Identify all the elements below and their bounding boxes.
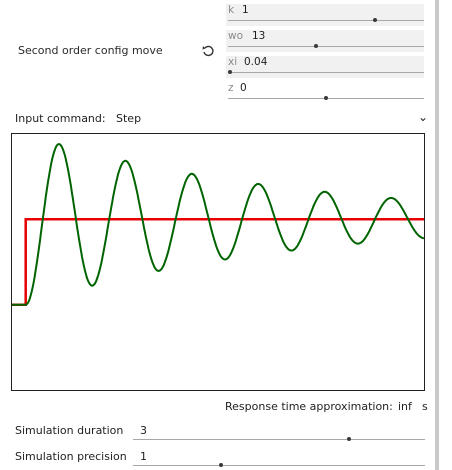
param-xi-label: xi bbox=[228, 56, 238, 68]
param-wo[interactable]: wo 13 bbox=[226, 30, 424, 52]
step-input-line bbox=[12, 218, 424, 306]
response-time-label: Response time approximation: bbox=[225, 400, 393, 413]
input-command-value: Step bbox=[116, 112, 142, 125]
param-k-slider-thumb[interactable] bbox=[373, 18, 377, 22]
param-wo-slider-track[interactable] bbox=[228, 46, 424, 47]
param-xi-slider-track[interactable] bbox=[228, 72, 424, 73]
config-title: Second order config move bbox=[18, 44, 163, 57]
param-z-label: z bbox=[228, 82, 234, 94]
reset-icon[interactable] bbox=[201, 44, 215, 58]
scrollbar[interactable] bbox=[435, 0, 439, 470]
param-z-value: 0 bbox=[240, 82, 247, 94]
param-xi-value: 0.04 bbox=[244, 56, 268, 68]
simulation-precision-slider-track[interactable] bbox=[133, 465, 425, 466]
simulation-duration-slider-track[interactable] bbox=[133, 439, 425, 440]
simulation-duration-slider-thumb[interactable] bbox=[347, 437, 352, 441]
simulation-duration-value: 3 bbox=[140, 424, 147, 437]
input-command-select[interactable]: Step ⌄ bbox=[110, 108, 430, 128]
response-line bbox=[12, 143, 424, 306]
response-time-unit: s bbox=[422, 400, 428, 413]
param-wo-slider-thumb[interactable] bbox=[314, 44, 319, 48]
simulation-duration-label: Simulation duration bbox=[15, 424, 124, 437]
param-k-value: 1 bbox=[242, 4, 249, 16]
param-wo-value: 13 bbox=[252, 30, 266, 42]
response-time-value: inf bbox=[398, 400, 412, 413]
param-k[interactable]: k 1 bbox=[226, 4, 424, 26]
param-xi[interactable]: xi 0.04 bbox=[226, 56, 424, 78]
param-k-slider-track[interactable] bbox=[228, 20, 424, 21]
response-plot bbox=[11, 133, 425, 391]
param-z-slider-thumb[interactable] bbox=[324, 96, 328, 100]
response-plot-svg bbox=[12, 143, 424, 306]
param-z[interactable]: z 0 bbox=[226, 82, 424, 104]
param-xi-slider-thumb[interactable] bbox=[227, 70, 232, 74]
param-wo-label: wo bbox=[228, 30, 244, 42]
param-k-label: k bbox=[228, 4, 235, 16]
input-command-label: Input command: bbox=[15, 112, 106, 125]
simulation-precision-value: 1 bbox=[140, 450, 147, 463]
simulation-precision-slider-thumb[interactable] bbox=[218, 463, 223, 467]
chevron-down-icon[interactable]: ⌄ bbox=[418, 110, 428, 124]
simulation-precision-label: Simulation precision bbox=[15, 450, 127, 463]
